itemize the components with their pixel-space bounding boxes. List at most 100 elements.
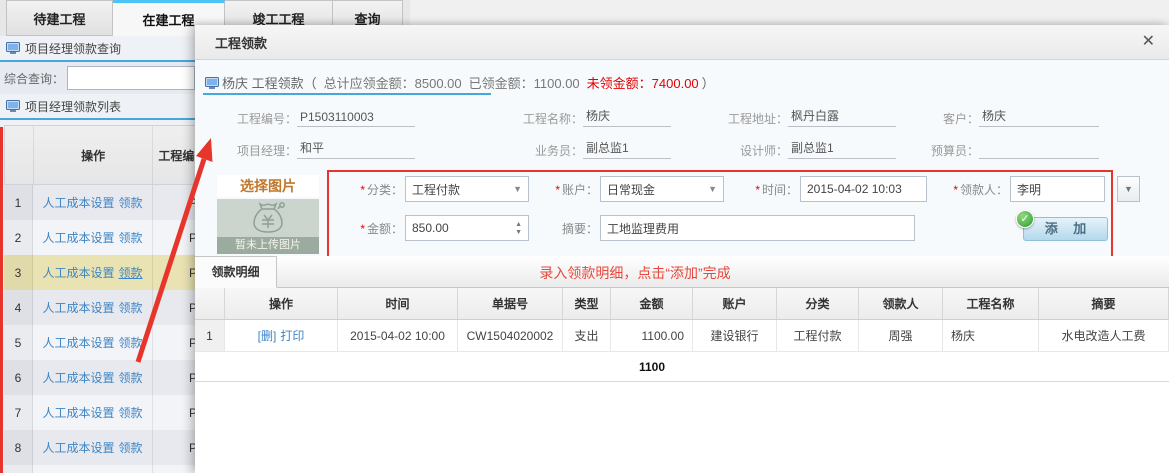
field-value: 和平 bbox=[297, 139, 415, 159]
labor-cost-setup-link[interactable]: 人工成本设置 bbox=[42, 299, 114, 316]
draw-payment-link[interactable]: 领款 bbox=[119, 194, 143, 211]
required-mark: * bbox=[953, 183, 958, 197]
dialog-titlebar: 工程领款 ✕ bbox=[195, 25, 1169, 60]
image-placeholder[interactable]: 暂未上传图片 bbox=[217, 199, 319, 254]
amount-input[interactable]: 850.00 ▲▼ bbox=[405, 215, 529, 241]
monitor-icon bbox=[6, 42, 20, 54]
memo-label: 摘要： bbox=[519, 220, 598, 237]
col-category: 分类 bbox=[777, 288, 859, 319]
monitor-icon bbox=[205, 77, 219, 89]
field-label: 业务员： bbox=[495, 142, 583, 159]
print-link[interactable]: 打印 bbox=[280, 327, 304, 344]
cell-memo: 水电改造人工费 bbox=[1039, 320, 1169, 351]
field-label: 设计师： bbox=[700, 142, 788, 159]
image-placeholder-text: 暂未上传图片 bbox=[217, 237, 319, 254]
detail-row: 1 [删] 打印 2015-04-02 10:00 CW1504020002 支… bbox=[195, 320, 1169, 352]
header-row-number bbox=[5, 126, 34, 184]
labor-cost-setup-link[interactable]: 人工成本设置 bbox=[42, 369, 114, 386]
tab-payment-detail[interactable]: 领款明细 bbox=[195, 256, 277, 288]
labor-cost-setup-link[interactable]: 人工成本设置 bbox=[42, 194, 114, 211]
draw-payment-link[interactable]: 领款 bbox=[119, 439, 143, 456]
row-actions: 人工成本设置领款 bbox=[33, 255, 153, 290]
summary-prefix: 杨庆 工程领款（ bbox=[222, 73, 317, 92]
field-label: 工程名称： bbox=[495, 110, 583, 127]
labor-cost-setup-link[interactable]: 人工成本设置 bbox=[42, 229, 114, 246]
payee-input[interactable]: 李明 bbox=[1010, 176, 1105, 202]
draw-payment-link[interactable]: 领款 bbox=[119, 334, 143, 351]
labor-cost-setup-link[interactable]: 人工成本设置 bbox=[42, 439, 114, 456]
payment-detail-table: 操作 时间 单据号 类型 金额 账户 分类 领款人 工程名称 摘要 1 [删] … bbox=[195, 288, 1169, 382]
list-panel-title: 项目经理领款列表 bbox=[25, 98, 121, 115]
summary-underline bbox=[203, 93, 491, 95]
payee-dropdown-button[interactable]: ▼ bbox=[1117, 176, 1140, 202]
detail-total-row: 1100 bbox=[195, 352, 1169, 382]
labor-cost-setup-link[interactable]: 人工成本设置 bbox=[42, 334, 114, 351]
app-screen: 待建工程 在建工程 竣工工程 查询 项目经理领款查询 综合查询： 项目经理领款列… bbox=[0, 0, 1169, 473]
draw-payment-link[interactable]: 领款 bbox=[119, 299, 143, 316]
field-label: 工程地址： bbox=[700, 110, 788, 127]
row-number: 8 bbox=[4, 430, 33, 465]
row-actions: 人工成本设置领款 bbox=[33, 395, 153, 430]
search-label: 综合查询： bbox=[4, 70, 64, 87]
cell-payee: 周强 bbox=[859, 320, 943, 351]
row-number: 2 bbox=[4, 220, 33, 255]
summary-total: 总计应领金额：8500.00 bbox=[324, 73, 462, 92]
detail-table-header: 操作 时间 单据号 类型 金额 账户 分类 领款人 工程名称 摘要 bbox=[195, 288, 1169, 320]
tab-pending-projects[interactable]: 待建工程 bbox=[6, 0, 113, 36]
required-mark: * bbox=[360, 222, 365, 236]
query-panel-title: 项目经理领款查询 bbox=[25, 40, 121, 57]
chevron-down-icon: ▼ bbox=[1124, 184, 1133, 194]
cell-doc-no: CW1504020002 bbox=[458, 320, 563, 351]
summary-unreceived: 未领金额：7400.00 bbox=[587, 73, 699, 92]
memo-input[interactable]: 工地监理费用 bbox=[600, 215, 915, 241]
col-type: 类型 bbox=[563, 288, 611, 319]
col-operation: 操作 bbox=[225, 288, 338, 319]
required-mark: * bbox=[755, 183, 760, 197]
field-project-name: 工程名称： 杨庆 bbox=[495, 105, 671, 127]
amount-value: 850.00 bbox=[412, 221, 449, 235]
close-icon[interactable]: ✕ bbox=[1142, 34, 1155, 50]
annotation-hint-text: 录入领款明细，点击“添加”完成 bbox=[455, 263, 815, 283]
draw-payment-link[interactable]: 领款 bbox=[119, 264, 143, 281]
draw-payment-link[interactable]: 领款 bbox=[119, 229, 143, 246]
row-number: 3 bbox=[4, 255, 33, 290]
category-select[interactable]: 工程付款 ▼ bbox=[405, 176, 529, 202]
category-label: *分类： bbox=[329, 181, 403, 198]
col-memo: 摘要 bbox=[1039, 288, 1169, 319]
search-input[interactable] bbox=[67, 66, 195, 90]
cell-category: 工程付款 bbox=[777, 320, 859, 351]
chevron-down-icon: ▼ bbox=[708, 184, 717, 194]
payment-dialog: 工程领款 ✕ 杨庆 工程领款（ 总计应领金额：8500.00 已领金额：1100… bbox=[195, 25, 1169, 473]
draw-payment-link[interactable]: 领款 bbox=[119, 404, 143, 421]
field-value: 杨庆 bbox=[583, 107, 671, 127]
account-value: 日常现金 bbox=[607, 181, 655, 198]
cell-project-name: 杨庆 bbox=[943, 320, 1039, 351]
add-button[interactable]: 添 加 bbox=[1023, 217, 1108, 241]
category-value: 工程付款 bbox=[412, 181, 460, 198]
time-label: *时间： bbox=[729, 181, 798, 198]
time-input[interactable]: 2015-04-02 10:03 bbox=[800, 176, 927, 202]
detail-tabstrip: 领款明细 录入领款明细，点击“添加”完成 bbox=[195, 256, 1169, 288]
account-label: *账户： bbox=[519, 181, 598, 198]
field-value: 杨庆 bbox=[979, 107, 1099, 127]
header-operation: 操作 bbox=[34, 126, 154, 184]
field-customer: 客户： 杨庆 bbox=[917, 105, 1099, 127]
account-select[interactable]: 日常现金 ▼ bbox=[600, 176, 724, 202]
col-amount: 金额 bbox=[611, 288, 693, 319]
labor-cost-setup-link[interactable]: 人工成本设置 bbox=[42, 404, 114, 421]
delete-link[interactable]: [删] bbox=[258, 327, 277, 344]
field-label: 项目经理： bbox=[205, 142, 297, 159]
col-account: 账户 bbox=[693, 288, 777, 319]
cell-account: 建设银行 bbox=[693, 320, 777, 351]
summary-suffix: ） bbox=[702, 73, 715, 92]
field-value bbox=[979, 156, 1099, 159]
col-time: 时间 bbox=[338, 288, 458, 319]
row-actions: 人工成本设置领款 bbox=[33, 360, 153, 395]
monitor-icon bbox=[6, 100, 20, 112]
cell-amount: 1100.00 bbox=[611, 320, 693, 351]
choose-image-button[interactable]: 选择图片 bbox=[217, 175, 319, 197]
labor-cost-setup-link[interactable]: 人工成本设置 bbox=[42, 264, 114, 281]
draw-payment-link[interactable]: 领款 bbox=[119, 369, 143, 386]
cell-operation: [删] 打印 bbox=[225, 320, 338, 351]
row-number: 6 bbox=[4, 360, 33, 395]
